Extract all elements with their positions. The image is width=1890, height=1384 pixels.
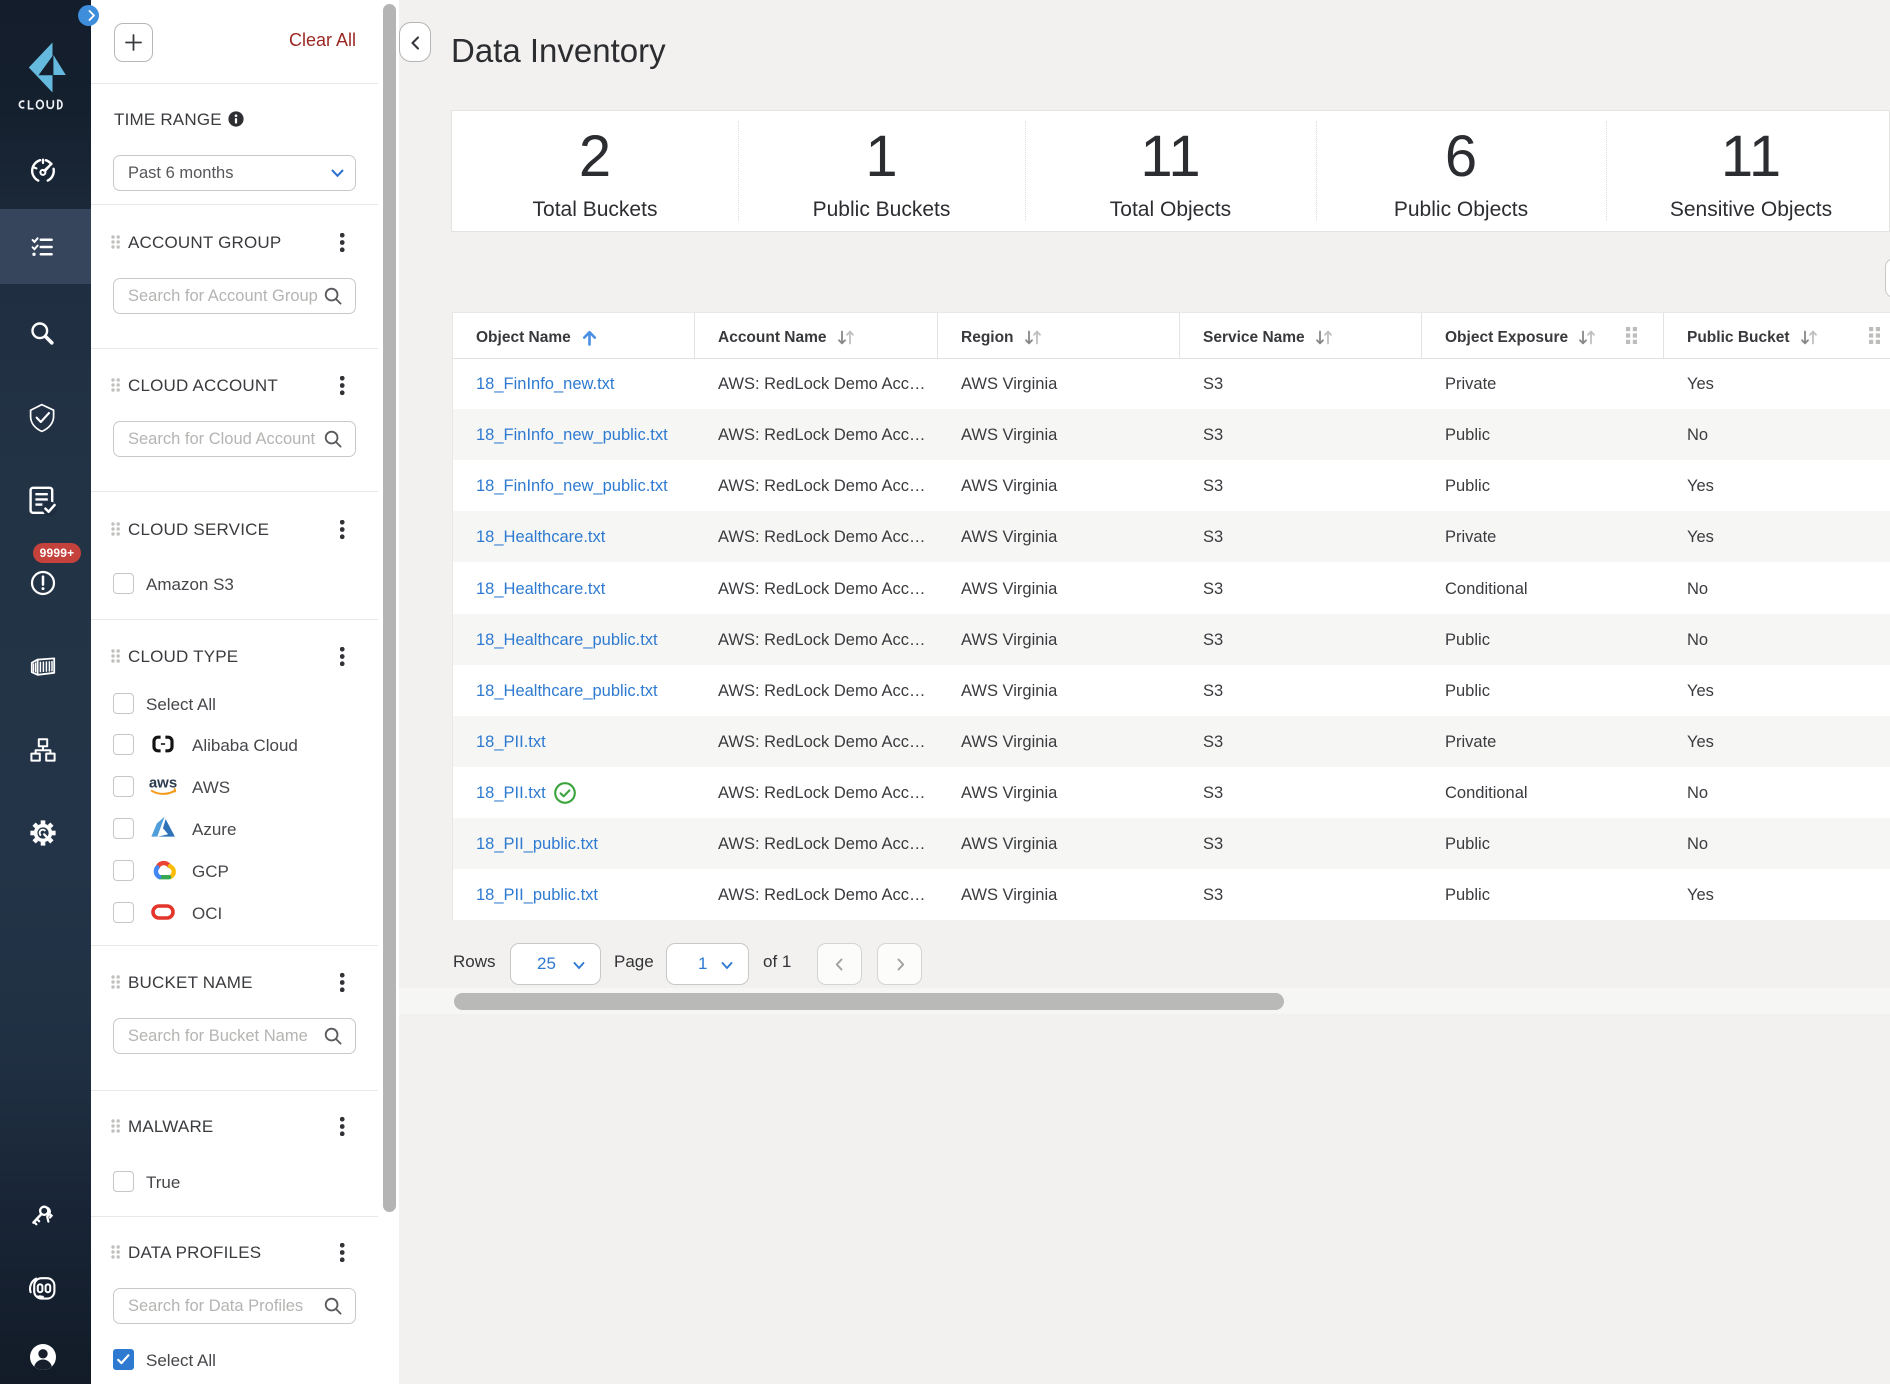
svg-text:aws: aws — [149, 775, 177, 792]
